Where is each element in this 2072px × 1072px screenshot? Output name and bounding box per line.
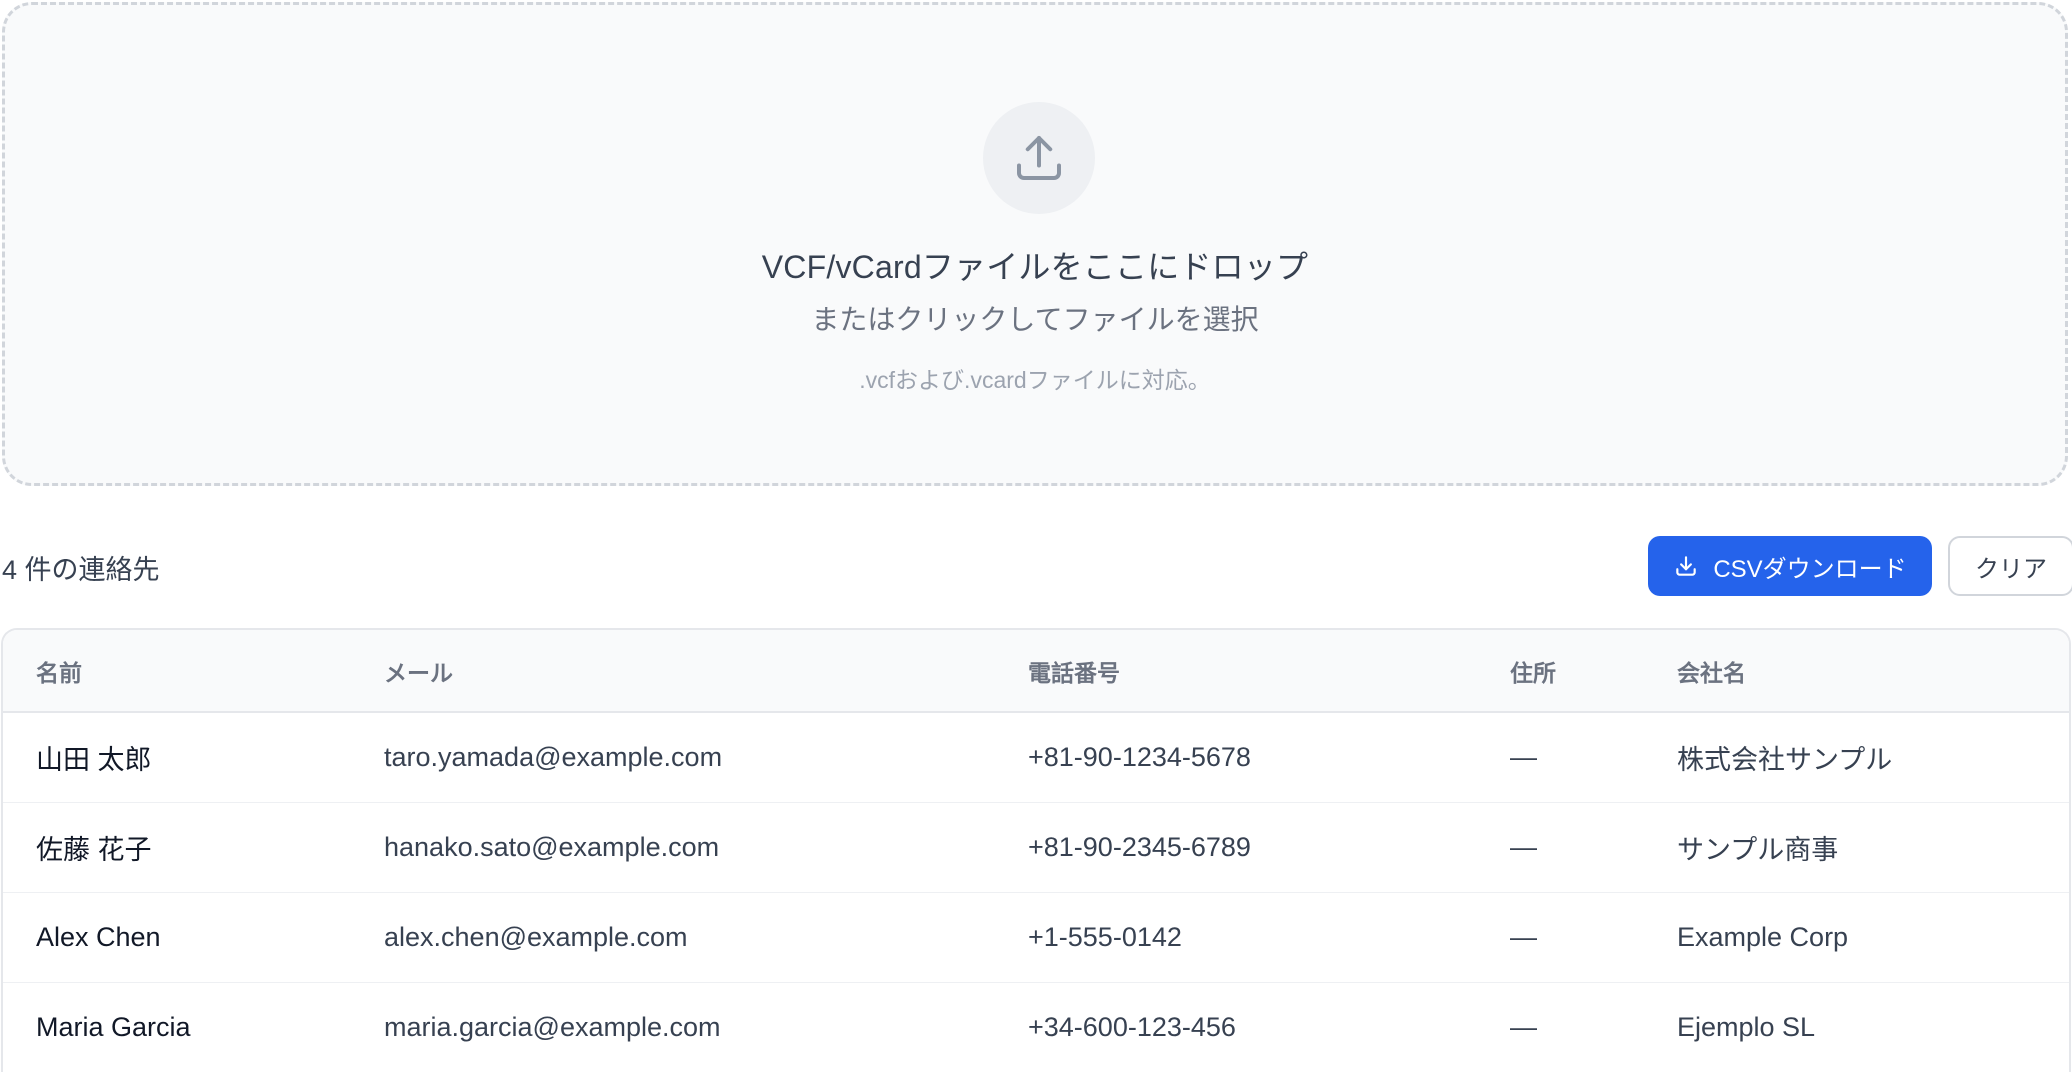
upload-icon [1017,136,1061,180]
download-icon [1676,556,1697,576]
cell-name: Maria Garcia [3,982,384,1072]
upload-icon-circle [983,102,1095,214]
cell-email: maria.garcia@example.com [384,982,1028,1072]
csv-download-label: CSVダウンロード [1713,555,1907,583]
page: VCF/vCardファイルをここにドロップ またはクリックしてファイルを選択 .… [0,0,2072,1072]
dropzone-note: .vcfおよび.vcardファイルに対応。 [859,367,1211,393]
cell-phone: +81-90-1234-5678 [1028,712,1510,803]
dropzone-subtitle: またはクリックしてファイルを選択 [811,304,1259,335]
cell-phone: +34-600-123-456 [1028,982,1510,1072]
cell-address: — [1510,892,1677,983]
table-row[interactable]: Maria Garcia maria.garcia@example.com +3… [3,982,2069,1072]
column-header-address[interactable]: 住所 [1510,630,1677,713]
column-header-phone[interactable]: 電話番号 [1028,630,1510,713]
clear-button[interactable]: クリア [1948,536,2072,596]
contacts-table: 名前 メール 電話番号 住所 会社名 山田 太郎 taro.yamada@exa… [1,628,2071,1072]
file-dropzone[interactable]: VCF/vCardファイルをここにドロップ またはクリックしてファイルを選択 .… [2,2,2068,486]
column-header-name[interactable]: 名前 [3,630,384,713]
cell-name: 山田 太郎 [3,712,384,803]
cell-address: — [1510,712,1677,803]
cell-phone: +81-90-2345-6789 [1028,802,1510,893]
table-row[interactable]: 佐藤 花子 hanako.sato@example.com +81-90-234… [3,802,2069,893]
cell-company: サンプル商事 [1677,802,2069,893]
table-row[interactable]: Alex Chen alex.chen@example.com +1-555-0… [3,892,2069,983]
cell-name: Alex Chen [3,892,384,983]
cell-email: hanako.sato@example.com [384,802,1028,893]
contact-count: 4 件の連絡先 [2,555,160,585]
cell-company: Ejemplo SL [1677,982,2069,1072]
cell-address: — [1510,802,1677,893]
column-header-email[interactable]: メール [384,630,1028,713]
table-header-row: 名前 メール 電話番号 住所 会社名 [3,630,2069,713]
cell-email: taro.yamada@example.com [384,712,1028,803]
table-row[interactable]: 山田 太郎 taro.yamada@example.com +81-90-123… [3,712,2069,803]
cell-company: Example Corp [1677,892,2069,983]
column-header-company[interactable]: 会社名 [1677,630,2069,713]
cell-company: 株式会社サンプル [1677,712,2069,803]
cell-address: — [1510,982,1677,1072]
cell-phone: +1-555-0142 [1028,892,1510,983]
cell-name: 佐藤 花子 [3,802,384,893]
csv-download-button[interactable]: CSVダウンロード [1648,536,1932,596]
cell-email: alex.chen@example.com [384,892,1028,983]
dropzone-title: VCF/vCardファイルをここにドロップ [761,249,1309,285]
